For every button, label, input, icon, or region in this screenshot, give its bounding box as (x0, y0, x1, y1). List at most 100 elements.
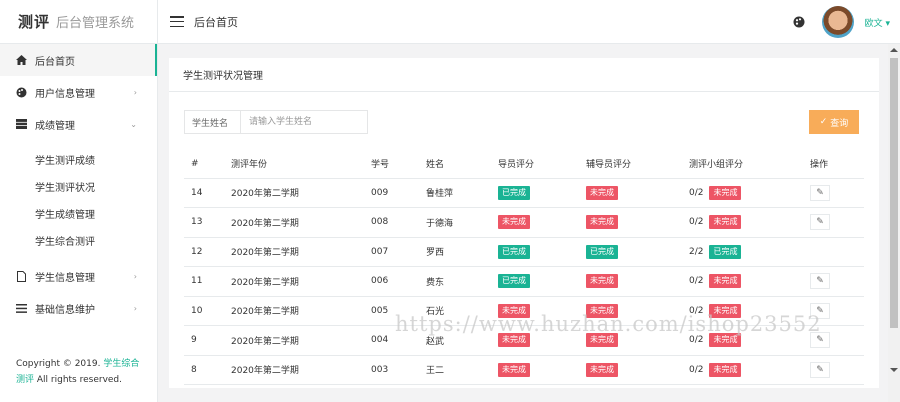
cell-id: 12 (184, 237, 224, 267)
cell-student-id: 005 (364, 296, 419, 326)
palette-icon[interactable] (793, 16, 805, 28)
table-row: 11 2020年第二学期 006 费东 已完成 未完成 0/2 未完成 ✎ (184, 266, 864, 297)
copyright-suffix: All rights reserved. (36, 375, 123, 385)
chevron-right-icon: › (133, 271, 137, 281)
cell-counselor-score: 未完成 (579, 296, 682, 326)
group-score-count: 0/2 (689, 217, 704, 228)
table-row: 9 2020年第二学期 004 赵武 未完成 未完成 0/2 未完成 ✎ (184, 325, 864, 356)
edit-icon[interactable]: ✎ (810, 361, 830, 378)
status-badge: 未完成 (709, 215, 742, 230)
status-badge: 未完成 (709, 274, 742, 289)
table-row: 13 2020年第二学期 008 于德海 未完成 未完成 0/2 未完成 ✎ (184, 207, 864, 238)
submenu-item-student-grade-mgmt[interactable]: 学生成绩管理 (0, 200, 157, 227)
cell-actions: ✎ (803, 325, 864, 356)
cell-counselor-score: 未完成 (579, 355, 682, 385)
edit-icon[interactable]: ✎ (810, 214, 830, 231)
cell-guide-score: 未完成 (491, 207, 579, 238)
sidebar-item-student-info[interactable]: 学生信息管理 › (0, 260, 157, 292)
panel-title: 学生测评状况管理 (169, 58, 879, 92)
cell-year: 2020年第二学期 (224, 237, 364, 267)
cell-actions (803, 237, 864, 267)
submenu-item-student-eval-status[interactable]: 学生测评状况 (0, 173, 157, 200)
cell-student-id: 009 (364, 178, 419, 208)
cell-counselor-score: 未完成 (579, 178, 682, 208)
table-row: 12 2020年第二学期 007 罗西 已完成 已完成 2/2 已完成 (184, 237, 864, 267)
sidebar: 测评 后台管理系统 后台首页 用户信息管理 › 成绩管理 ⌄ 学生测评成绩 学生… (0, 0, 158, 402)
column-header: 导员评分 (491, 150, 579, 179)
cell-name: 罗西 (419, 237, 491, 267)
user-menu[interactable]: 欧文 ▾ (865, 16, 890, 29)
cell-year: 2020年第二学期 (224, 325, 364, 356)
cell-id: 14 (184, 178, 224, 208)
cell-group-score: 2/2 已完成 (682, 237, 803, 267)
column-header: 测评年份 (224, 150, 364, 179)
cell-year: 2020年第二学期 (224, 355, 364, 385)
group-score-count: 0/2 (689, 276, 704, 287)
status-badge: 未完成 (586, 274, 618, 289)
sidebar-menu: 后台首页 用户信息管理 › 成绩管理 ⌄ 学生测评成绩 学生测评状况 学生成绩管… (0, 44, 157, 324)
group-score-count: 0/2 (689, 335, 704, 346)
cell-student-id: 006 (364, 266, 419, 297)
submenu-item-student-comprehensive-eval[interactable]: 学生综合测评 (0, 227, 157, 254)
cell-group-score: 0/2 未完成 (682, 178, 803, 208)
scrollbar-thumb[interactable] (890, 58, 898, 328)
sidebar-item-label: 成绩管理 (35, 120, 75, 132)
cell-guide-score: 已完成 (491, 237, 579, 267)
query-button[interactable]: ✓ 查询 (809, 110, 859, 134)
table-header-row: # 测评年份 学号 姓名 导员评分 辅导员评分 测评小组评分 操作 (184, 150, 864, 179)
cell-id: 13 (184, 207, 224, 238)
avatar[interactable] (822, 6, 854, 38)
cell-group-score: 0/2 未完成 (682, 296, 803, 326)
cell-year: 2020年第二学期 (224, 266, 364, 297)
page-scrollbar[interactable] (888, 44, 900, 402)
table-row: 14 2020年第二学期 009 鲁桂萍 已完成 未完成 0/2 未完成 ✎ (184, 178, 864, 208)
sidebar-item-grades[interactable]: 成绩管理 ⌄ (0, 108, 157, 140)
edit-icon[interactable]: ✎ (810, 184, 830, 201)
edit-icon[interactable]: ✎ (810, 302, 830, 319)
cell-id: 9 (184, 325, 224, 356)
app-logo[interactable]: 测评 后台管理系统 (0, 0, 157, 44)
cell-id: 8 (184, 355, 224, 385)
table-row: 8 2020年第二学期 003 王二 未完成 未完成 0/2 未完成 ✎ (184, 355, 864, 385)
edit-icon[interactable]: ✎ (810, 273, 830, 290)
menu-icon[interactable] (170, 16, 184, 27)
cell-student-id: 004 (364, 325, 419, 356)
bars-icon (15, 302, 27, 314)
status-badge: 已完成 (498, 244, 530, 259)
cell-year: 2020年第二学期 (224, 296, 364, 326)
sidebar-item-label: 后台首页 (35, 56, 75, 68)
search-row: 学生姓名 (184, 110, 368, 134)
sidebar-item-user-info[interactable]: 用户信息管理 › (0, 76, 157, 108)
status-badge: 已完成 (498, 274, 530, 289)
status-table: # 测评年份 学号 姓名 导员评分 辅导员评分 测评小组评分 操作 14 2020… (184, 150, 864, 385)
cell-group-score: 0/2 未完成 (682, 207, 803, 238)
edit-icon[interactable]: ✎ (810, 332, 830, 349)
sidebar-item-home[interactable]: 后台首页 (0, 44, 157, 76)
status-badge: 未完成 (498, 333, 530, 348)
sidebar-submenu-wrap: 学生测评成绩 学生测评状况 学生成绩管理 学生综合测评 (0, 140, 157, 260)
sidebar-item-basic-info[interactable]: 基础信息维护 › (0, 292, 157, 324)
status-badge: 未完成 (709, 303, 742, 318)
status-badge: 未完成 (586, 303, 618, 318)
cell-guide-score: 未完成 (491, 296, 579, 326)
palette-icon (15, 86, 27, 98)
status-badge: 未完成 (709, 362, 742, 377)
scroll-down-icon[interactable] (890, 368, 898, 372)
scroll-up-icon[interactable] (890, 48, 898, 52)
group-score-count: 2/2 (689, 246, 704, 257)
cell-name: 费东 (419, 266, 491, 297)
column-header: 学号 (364, 150, 419, 179)
status-badge: 已完成 (586, 244, 618, 259)
status-badge: 未完成 (709, 333, 742, 348)
search-input[interactable] (241, 110, 368, 134)
column-header: # (184, 150, 224, 179)
cell-actions: ✎ (803, 266, 864, 297)
cell-name: 石光 (419, 296, 491, 326)
submenu-item-student-eval-scores[interactable]: 学生测评成绩 (0, 146, 157, 173)
group-score-count: 0/2 (689, 305, 704, 316)
column-header: 测评小组评分 (682, 150, 803, 179)
cell-year: 2020年第二学期 (224, 207, 364, 238)
search-label: 学生姓名 (184, 110, 241, 134)
list-icon (15, 118, 27, 130)
cell-group-score: 0/2 未完成 (682, 355, 803, 385)
